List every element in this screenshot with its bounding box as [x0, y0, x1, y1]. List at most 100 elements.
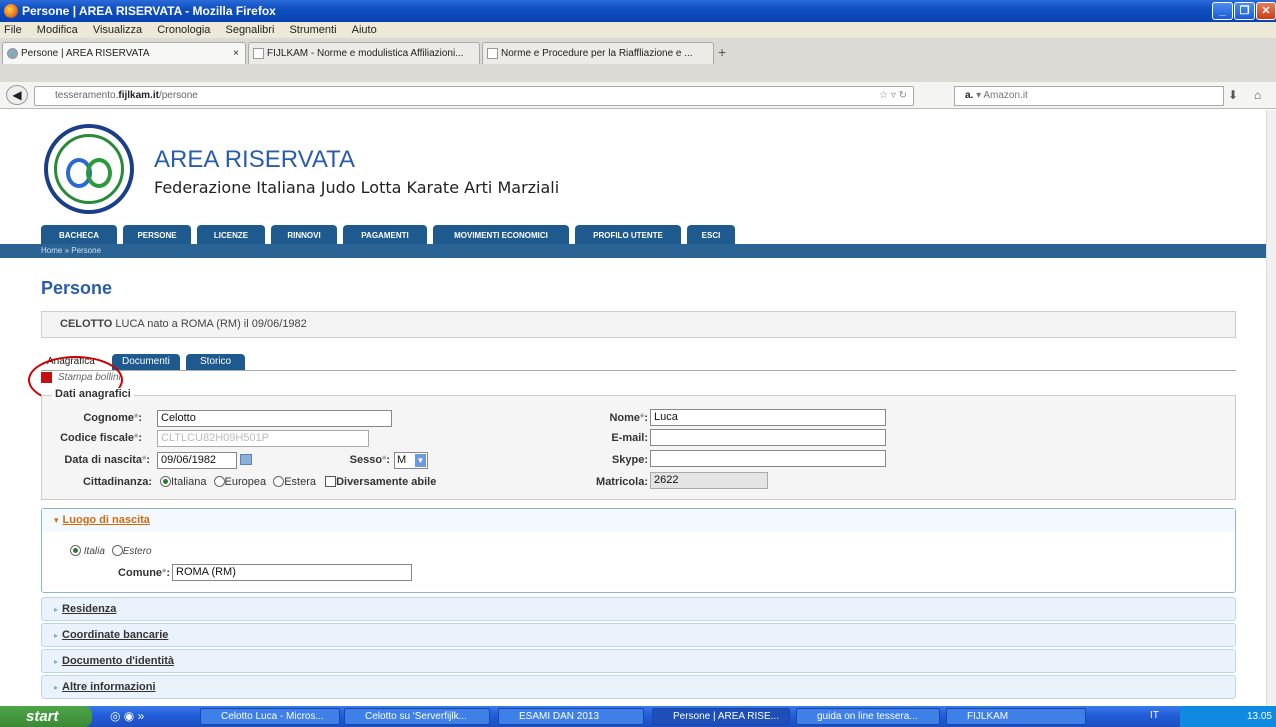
- diversamente-abile-checkbox[interactable]: [325, 476, 337, 487]
- browser-tab[interactable]: Norme e Procedure per la Riaffliazione e…: [482, 42, 714, 64]
- maximize-button[interactable]: ❐: [1234, 2, 1255, 20]
- search-box[interactable]: a. ▾ Amazon.it: [954, 86, 1224, 106]
- luogo-nascita-panel: ▾ Luogo di nascita Italia Estero Comune*:…: [41, 508, 1236, 593]
- menu-aiuto[interactable]: Aiuto: [352, 24, 377, 36]
- url-host-prefix: tesseramento.: [55, 90, 119, 101]
- menu-file[interactable]: File: [4, 24, 22, 36]
- accordion-altre-informazioni[interactable]: ▸ Altre informazioni: [41, 675, 1236, 699]
- tab-storico[interactable]: Storico: [186, 354, 246, 370]
- close-tab-icon[interactable]: ×: [233, 43, 239, 64]
- chevron-down-icon: ▾: [54, 515, 59, 525]
- menu-cronologia[interactable]: Cronologia: [157, 24, 210, 36]
- luogo-radios: Italia Estero: [70, 545, 152, 557]
- windows-taskbar: start ◎ ◉ » Celotto Luca - Micros... Cel…: [0, 706, 1276, 727]
- taskbar-item-active[interactable]: Persone | AREA RISE...: [652, 708, 790, 725]
- nav-bacheca[interactable]: BACHECA: [41, 225, 117, 246]
- start-button[interactable]: start: [0, 706, 92, 727]
- home-icon[interactable]: ⌂: [1254, 88, 1261, 102]
- nav-pagamenti[interactable]: PAGAMENTI: [343, 225, 427, 246]
- sesso-select[interactable]: M ▼: [394, 452, 428, 469]
- luogo-nascita-header[interactable]: ▾ Luogo di nascita: [42, 509, 1235, 533]
- taskbar-item[interactable]: Celotto Luca - Micros...: [200, 708, 340, 725]
- cittadinanza-label: Cittadinanza:: [82, 476, 152, 488]
- nav-rinnovi[interactable]: RINNOVI: [271, 225, 337, 246]
- radio-italia[interactable]: [70, 545, 81, 556]
- fieldset-legend: Dati anagrafici: [52, 388, 134, 400]
- nome-label: Nome*:: [609, 412, 648, 424]
- email-label: E-mail:: [611, 432, 648, 444]
- menu-bar: File Modifica Visualizza Cronologia Segn…: [0, 22, 1276, 38]
- page-icon: [487, 48, 498, 59]
- skype-input[interactable]: [650, 450, 886, 467]
- radio-estera[interactable]: [273, 476, 285, 487]
- language-indicator[interactable]: IT: [1150, 710, 1159, 721]
- nav-esci[interactable]: ESCI: [687, 225, 735, 246]
- comune-label: Comune*:: [118, 567, 170, 579]
- person-surname: CELOTTO: [60, 318, 113, 330]
- nome-input[interactable]: Luca: [650, 409, 886, 426]
- page-title: Persone: [41, 278, 113, 298]
- window-title: Persone | AREA RISERVATA - Mozilla Firef…: [22, 4, 276, 18]
- browser-tab-bar: Persone | AREA RISERVATA × FIJLKAM - Nor…: [0, 38, 1276, 82]
- new-tab-icon[interactable]: +: [718, 44, 726, 60]
- page-content: AREA RISERVATA Federazione Italiana Judo…: [0, 110, 1276, 706]
- tab-documenti[interactable]: Documenti: [112, 354, 180, 370]
- taskbar-item[interactable]: FIJLKAM: [946, 708, 1086, 725]
- accordion-documento-identita[interactable]: ▸ Documento d'identità: [41, 649, 1236, 673]
- browser-tab-label: Persone | AREA RISERVATA: [21, 48, 150, 59]
- radio-europea[interactable]: [213, 476, 225, 487]
- firefox-icon: [4, 4, 18, 18]
- codice-fiscale-input[interactable]: CLTLCU82H09H501P: [157, 430, 369, 447]
- quick-launch-icons[interactable]: ◎ ◉ »: [110, 709, 144, 723]
- nav-movimenti-economici[interactable]: MOVIMENTI ECONOMICI: [433, 225, 569, 246]
- cognome-label: Cognome*:: [83, 412, 142, 424]
- search-engine: Amazon.it: [983, 90, 1028, 101]
- taskbar-item[interactable]: Celotto su 'Serverfijlk...: [344, 708, 490, 725]
- reload-icon[interactable]: ☆ ▿ ↻: [879, 87, 907, 105]
- nav-licenze[interactable]: LICENZE: [197, 225, 265, 246]
- browser-tab[interactable]: Persone | AREA RISERVATA ×: [2, 42, 246, 64]
- person-details: LUCA nato a ROMA (RM) il 09/06/1982: [115, 318, 307, 330]
- menu-segnalibri[interactable]: Segnalibri: [225, 24, 274, 36]
- fijlkam-logo: [44, 124, 134, 214]
- main-nav: BACHECA PERSONE LICENZE RINNOVI PAGAMENT…: [0, 225, 1276, 246]
- accordion-residenza[interactable]: ▸ Residenza: [41, 597, 1236, 621]
- sesso-label: Sesso*:: [349, 454, 390, 466]
- breadcrumb: Home » Persone: [0, 244, 1276, 258]
- close-button[interactable]: ✕: [1256, 2, 1276, 20]
- browser-tab-label: Norme e Procedure per la Riaffliazione e…: [501, 48, 693, 59]
- nav-profilo-utente[interactable]: PROFILO UTENTE: [575, 225, 681, 246]
- data-nascita-input[interactable]: 09/06/1982: [157, 452, 237, 469]
- tab-divider: [41, 370, 1236, 371]
- minimize-button[interactable]: _: [1212, 2, 1233, 20]
- menu-modifica[interactable]: Modifica: [37, 24, 78, 36]
- person-summary: CELOTTO LUCA nato a ROMA (RM) il 09/06/1…: [41, 311, 1236, 338]
- calendar-icon[interactable]: [240, 454, 252, 465]
- email-input[interactable]: [650, 429, 886, 446]
- download-icon[interactable]: ⬇: [1228, 88, 1238, 102]
- favicon-icon: [7, 48, 18, 59]
- browser-tab[interactable]: FIJLKAM - Norme e modulistica Affiliazio…: [248, 42, 480, 64]
- codice-fiscale-label: Codice fiscale*:: [60, 432, 142, 444]
- url-bar[interactable]: tesseramento.fijlkam.it/persone ☆ ▿ ↻: [34, 86, 914, 106]
- window-titlebar: Persone | AREA RISERVATA - Mozilla Firef…: [0, 0, 1276, 22]
- site-title: AREA RISERVATA: [154, 146, 355, 173]
- url-path: /persone: [158, 90, 198, 101]
- cognome-input[interactable]: Celotto: [157, 410, 392, 427]
- accordion-coordinate-bancarie[interactable]: ▸ Coordinate bancarie: [41, 623, 1236, 647]
- comune-input[interactable]: ROMA (RM): [172, 564, 412, 581]
- radio-italiana[interactable]: [160, 476, 171, 487]
- taskbar-item[interactable]: guida on line tessera...: [796, 708, 940, 725]
- menu-visualizza[interactable]: Visualizza: [93, 24, 142, 36]
- back-icon[interactable]: ◀: [6, 85, 28, 105]
- taskbar-item[interactable]: ESAMI DAN 2013: [498, 708, 644, 725]
- radio-estero[interactable]: [111, 545, 123, 556]
- vertical-scrollbar[interactable]: [1266, 110, 1276, 706]
- clock: 13.05: [1246, 711, 1272, 722]
- skype-label: Skype:: [611, 454, 648, 466]
- nav-persone[interactable]: PERSONE: [123, 225, 191, 246]
- matricola-input: 2622: [650, 472, 768, 489]
- browser-tab-label: FIJLKAM - Norme e modulistica Affiliazio…: [267, 48, 464, 59]
- menu-strumenti[interactable]: Strumenti: [289, 24, 336, 36]
- cittadinanza-radios: Italiana Europea Estera Diversamente abi…: [160, 476, 436, 488]
